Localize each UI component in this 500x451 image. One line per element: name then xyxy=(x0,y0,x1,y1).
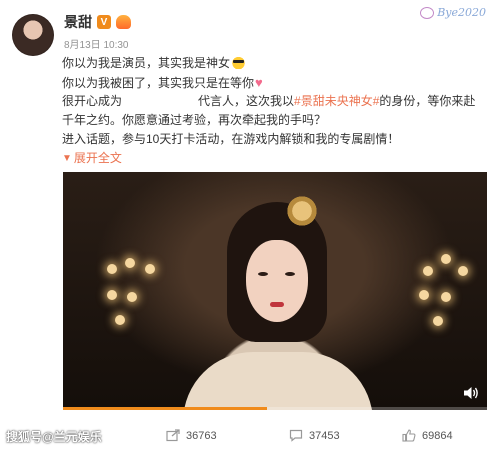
post-line-2: 你以为我被困了，其实我只是在等你♥ xyxy=(62,73,492,92)
post-body: 你以为我是演员，其实我是神女 你以为我被困了，其实我只是在等你♥ 很开心成为 代言… xyxy=(62,54,492,168)
lamp-light xyxy=(423,266,433,276)
watermark-top-right: Bye2020 xyxy=(420,6,486,19)
lamp-light xyxy=(419,290,429,300)
post-line-3a: 很开心成为 xyxy=(62,94,123,108)
post-line-3c: 的身份，等你来赴 xyxy=(379,94,476,108)
comment-icon xyxy=(289,429,303,442)
user-name-row: 景甜 V xyxy=(64,12,131,32)
username[interactable]: 景甜 xyxy=(64,12,92,32)
expand-label: 展开全文 xyxy=(73,151,122,165)
lamp-light xyxy=(115,315,125,325)
hair-ornament xyxy=(283,196,321,226)
topic-link[interactable]: #景甜未央神女# xyxy=(294,94,379,108)
avatar[interactable] xyxy=(12,14,54,56)
post-line-1-text: 你以为我是演员，其实我是神女 xyxy=(62,56,231,70)
face xyxy=(246,240,308,322)
eye xyxy=(285,272,295,276)
post-line-5: 进入话题，参与10天打卡活动，在游戏内解锁和我的专属剧情！ xyxy=(62,132,400,146)
expand-full-text-link[interactable]: ▼ 展开全文 xyxy=(62,149,492,168)
lamp-light xyxy=(125,258,135,268)
post-line-3b: 代言人，这次我以 xyxy=(198,94,295,108)
eye xyxy=(258,272,268,276)
like-button[interactable]: 69864 xyxy=(402,429,453,442)
post-line-1: 你以为我是演员，其实我是神女 xyxy=(62,54,492,73)
video-player[interactable] xyxy=(63,172,487,410)
vip-flame-icon xyxy=(116,15,131,29)
heart-emoji-icon: ♥ xyxy=(255,75,263,90)
thumbs-up-icon xyxy=(402,429,416,442)
post-line-3: 很开心成为 代言人，这次我以#景甜未央神女#的身份，等你来赴 xyxy=(62,92,492,111)
lamp-light xyxy=(433,316,443,326)
post-line-4: 千年之约。你愿意通过考验，再次牵起我的手吗？ xyxy=(62,113,327,127)
watermark-bottom: 搜狐号@兰元娱乐 xyxy=(6,430,102,444)
post-actions-bar: 搜狐号@兰元娱乐 36763 37453 69864 xyxy=(0,418,500,451)
repost-icon xyxy=(166,429,180,442)
lamp-light xyxy=(441,292,451,302)
lamp-light xyxy=(127,292,137,302)
watermark-logo-icon xyxy=(420,6,435,19)
lamp-light xyxy=(107,290,117,300)
comment-count: 37453 xyxy=(309,429,340,442)
repost-button[interactable]: 36763 xyxy=(166,429,217,442)
post-line-2-text: 你以为我被困了，其实我只是在等你 xyxy=(62,76,255,90)
post-time[interactable]: 8月13日 10:30 xyxy=(64,36,129,51)
comment-button[interactable]: 37453 xyxy=(289,429,340,442)
lamp-light xyxy=(145,264,155,274)
watermark-top-text: Bye2020 xyxy=(437,6,486,19)
lamp-light xyxy=(107,264,117,274)
video-progress-fill xyxy=(63,407,267,410)
sunglasses-emoji-icon xyxy=(231,56,247,69)
verified-badge-icon: V xyxy=(97,15,111,29)
like-count: 69864 xyxy=(422,429,453,442)
video-progress-bar[interactable] xyxy=(63,407,487,410)
actress-figure xyxy=(183,196,373,410)
speaker-icon[interactable] xyxy=(463,386,479,400)
repost-count: 36763 xyxy=(186,429,217,442)
lamp-light xyxy=(458,266,468,276)
chevron-down-icon: ▼ xyxy=(62,153,72,164)
lamp-light xyxy=(441,254,451,264)
lips xyxy=(270,302,284,307)
